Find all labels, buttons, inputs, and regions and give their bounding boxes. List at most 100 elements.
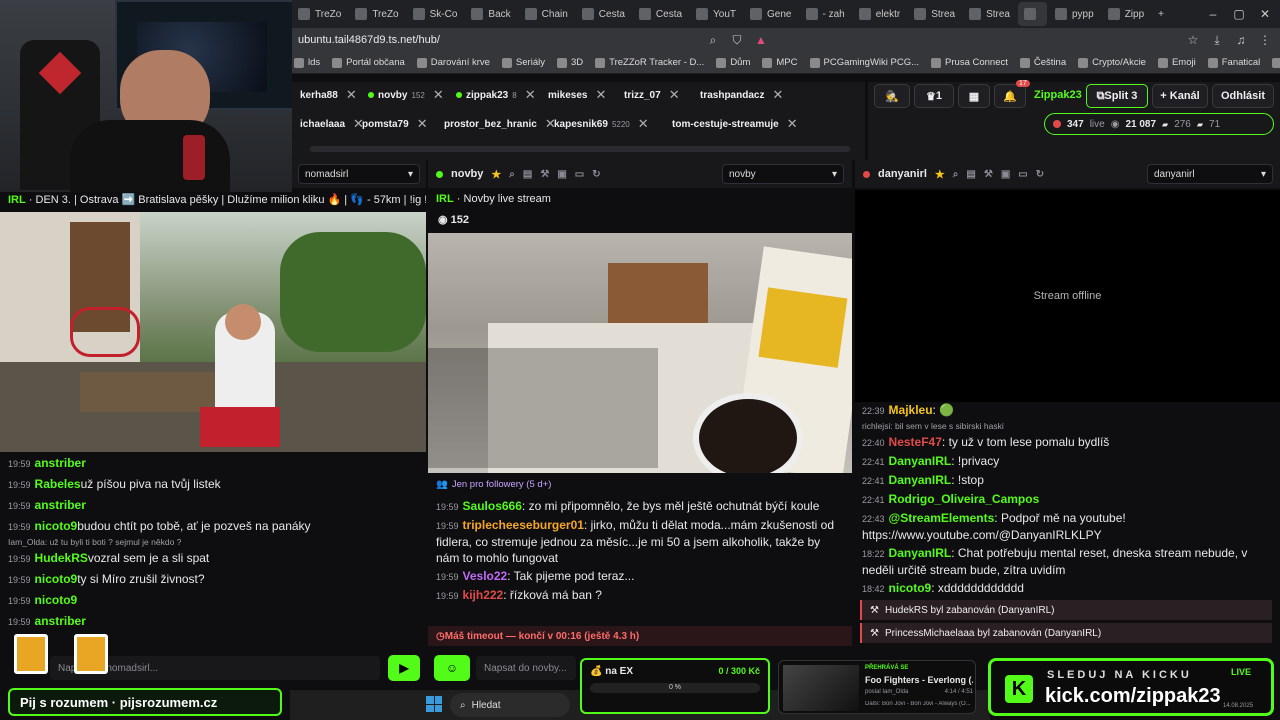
bookmark-item[interactable]: Seriály [501, 57, 545, 68]
channel-chip[interactable]: tom-cestuje-streamuje ✕ [672, 114, 798, 134]
bookmark-item[interactable]: Fanatical [1207, 57, 1260, 68]
chat-username[interactable]: Rabeles [35, 477, 81, 491]
bookmark-item[interactable]: MPC [762, 57, 798, 68]
bookmark-item[interactable]: Dům [716, 57, 750, 68]
split-button[interactable]: ⧉ Split 3 [1086, 84, 1148, 108]
browser-tab[interactable]: Sk-Co [407, 2, 464, 26]
channel-chip[interactable]: ichaelaaa ✕ [300, 114, 364, 134]
zoom-icon[interactable]: ⌕ [706, 33, 720, 47]
channel-chip[interactable]: mikeses ✕ [548, 85, 606, 105]
logout-button[interactable]: Odhlásit [1212, 84, 1274, 108]
browser-tab[interactable] [1018, 2, 1047, 26]
channel-chip[interactable]: kapesnik69 5220 ✕ [554, 114, 649, 134]
crown-button[interactable]: ♛ 1 [914, 84, 954, 108]
chat-username[interactable]: DanyanIRL [889, 454, 952, 468]
url-field[interactable]: ubuntu.tail4867d9.ts.net/hub/ [298, 34, 696, 46]
browser-tab[interactable]: Strea [908, 2, 961, 26]
new-tab-button[interactable]: + [1152, 2, 1170, 26]
chat-username[interactable]: DanyanIRL [889, 473, 952, 487]
pane1-channel-select[interactable]: nomadsirl ▾ [298, 164, 420, 184]
channel-chip[interactable]: prostor_bez_hranic ✕ [444, 114, 556, 134]
close-icon[interactable]: ✕ [772, 87, 783, 103]
browser-tab[interactable]: Gene [744, 2, 797, 26]
browser-tab[interactable]: Strea [963, 2, 1016, 26]
chat-username[interactable]: DanyanIRL [889, 546, 952, 560]
channel-chip[interactable]: novby 152 ✕ [368, 85, 444, 105]
browser-tab[interactable]: pypp [1049, 2, 1100, 26]
chart-icon[interactable]: ▤ [966, 169, 975, 180]
chat-username[interactable]: nicoto9 [889, 581, 932, 595]
star-icon[interactable]: ★ [935, 168, 945, 181]
emote-button[interactable]: ☺ [434, 655, 470, 681]
browser-tab[interactable]: elektr [853, 2, 906, 26]
bookmark-item[interactable]: Darování krve [416, 57, 490, 68]
chat-username[interactable]: Veslo22 [463, 569, 508, 583]
close-icon[interactable]: ✕ [525, 87, 536, 103]
pane2-channel-name[interactable]: novby [451, 168, 483, 180]
popout-icon[interactable]: ▭ [575, 169, 584, 180]
channel-chip[interactable]: trizz_07 ✕ [624, 85, 680, 105]
refresh-icon[interactable]: ↻ [1036, 169, 1044, 180]
windows-icon[interactable] [426, 696, 442, 712]
pane2-chat-input[interactable]: Napsat do novby... [476, 656, 576, 680]
bookmark-item[interactable]: lds [294, 57, 320, 68]
add-channel-button[interactable]: + Kanál [1152, 84, 1208, 108]
media-icon[interactable]: ♫ [1234, 33, 1248, 47]
close-icon[interactable]: ✕ [595, 87, 606, 103]
pane2-channel-select[interactable]: novby ▾ [722, 164, 844, 184]
chat-username[interactable]: nicoto9 [35, 519, 78, 533]
chat-username[interactable]: anstriber [35, 498, 86, 512]
maximize-icon[interactable]: ▢ [1232, 7, 1246, 21]
chart-icon[interactable]: ▤ [523, 169, 532, 180]
browser-tab[interactable]: Cesta [633, 2, 688, 26]
close-icon[interactable]: ✕ [638, 116, 649, 132]
chat-username[interactable]: anstriber [35, 456, 86, 470]
chat-username[interactable]: Saulos666 [463, 499, 522, 513]
channel-chip[interactable]: pomsta79 ✕ [362, 114, 428, 134]
chat-username[interactable]: nicoto9 [35, 593, 78, 607]
search-icon[interactable]: ⌕ [953, 169, 959, 180]
taskbar-search[interactable]: ⌕ Hledat [450, 693, 570, 717]
bookmark-item[interactable]: Emoji [1157, 57, 1196, 68]
bookmark-item[interactable]: Portál občana [332, 57, 405, 68]
shield-icon[interactable]: ⛉ [730, 33, 744, 47]
chat-username[interactable]: Rodrigo_Oliveira_Campos [889, 492, 1040, 506]
pane3-channel-select[interactable]: danyanirl ▾ [1147, 164, 1273, 184]
browser-tab[interactable]: Zipp [1102, 2, 1150, 26]
close-icon[interactable]: ✕ [1258, 7, 1272, 21]
chat-username[interactable]: triplecheeseburger01 [463, 518, 584, 532]
chat-username[interactable]: nicoto9 [35, 572, 78, 586]
pane3-channel-name[interactable]: danyanirl [878, 168, 927, 180]
browser-tab[interactable]: TreZo [292, 2, 347, 26]
bookmark-item[interactable]: Crypto/Akcie [1078, 57, 1146, 68]
bookmark-item[interactable]: PCGamingWiki PCG... [809, 57, 919, 68]
settings-icon[interactable]: ⋮ [1258, 33, 1272, 47]
star-icon[interactable]: ★ [491, 168, 501, 181]
popout-icon[interactable]: ▭ [1018, 169, 1027, 180]
bookmark-item[interactable]: Prusa Connect [931, 57, 1008, 68]
grid-button[interactable]: ▦ [958, 84, 990, 108]
browser-tab[interactable]: - zah [800, 2, 851, 26]
download-icon[interactable]: ⤓ [1210, 33, 1224, 47]
close-icon[interactable]: ✕ [669, 87, 680, 103]
chat-username[interactable]: HudekRS [35, 551, 88, 565]
bookmark-item[interactable]: TreZZoR Tracker - D... [595, 57, 704, 68]
close-icon[interactable]: ✕ [787, 116, 798, 132]
pane1-video[interactable] [0, 212, 426, 452]
chat-icon[interactable]: ▣ [1001, 169, 1010, 180]
close-icon[interactable]: ✕ [433, 87, 444, 103]
chat-username[interactable]: anstriber [35, 614, 86, 628]
browser-tab[interactable]: YouT [690, 2, 742, 26]
channel-chip[interactable]: trashpandacz ✕ [700, 85, 783, 105]
bookmark-item[interactable]: Čeština [1019, 57, 1066, 68]
browser-tab[interactable]: TreZo [349, 2, 404, 26]
notifications-button[interactable]: 🔔 [994, 84, 1026, 108]
pane3-video[interactable]: Stream offline [855, 190, 1280, 402]
refresh-icon[interactable]: ↻ [592, 169, 600, 180]
browser-tab[interactable]: Chain [519, 2, 574, 26]
bookmark-item[interactable]: 3D [556, 57, 583, 68]
hammer-icon[interactable]: ⚒ [984, 169, 993, 180]
pane1-send-button[interactable]: ▶ [388, 655, 420, 681]
pane2-video[interactable] [428, 233, 852, 473]
browser-tab[interactable]: Back [465, 2, 516, 26]
